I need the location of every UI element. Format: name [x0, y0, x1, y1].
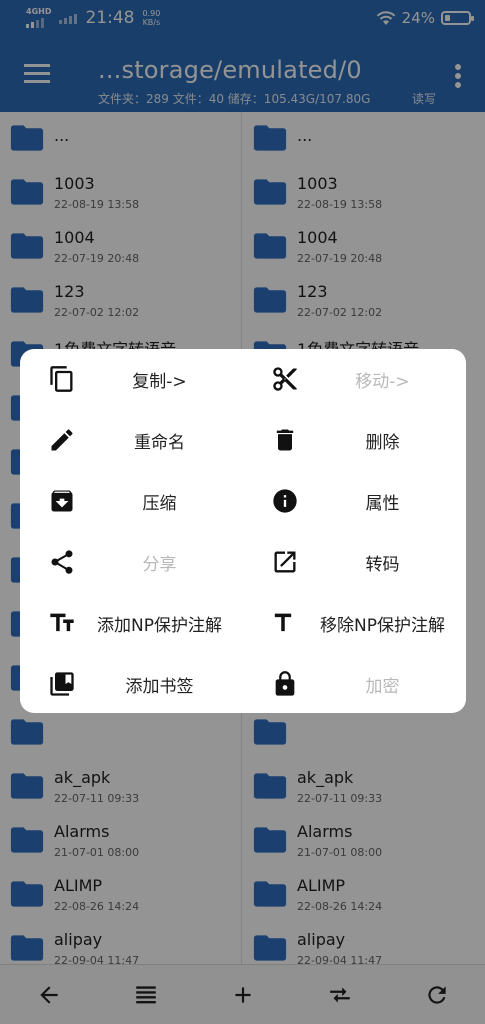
share-action[interactable]: 分享	[20, 532, 243, 592]
add-np-annotation-label: 添加NP保护注解	[97, 615, 222, 636]
delete-action[interactable]: 删除	[243, 410, 466, 470]
text-icon	[274, 613, 292, 632]
archive-icon	[51, 490, 73, 512]
add-bookmark-action[interactable]: 添加书签	[20, 654, 243, 714]
compress-label: 压缩	[142, 493, 177, 514]
delete-label: 删除	[365, 432, 400, 453]
trash-icon	[276, 429, 294, 451]
remove-np-annotation-action[interactable]: 移除NP保护注解	[243, 593, 466, 653]
text-size-icon	[50, 613, 74, 632]
encrypt-label: 加密	[365, 676, 400, 697]
properties-label: 属性	[365, 493, 400, 514]
file-actions-dialog: 复制-> 移动-> 重命名 删除 压缩 属性 分享 转码 添加NP保护注解 移除…	[20, 349, 466, 713]
open-external-icon	[274, 551, 296, 573]
move-label: 移动->	[355, 371, 410, 392]
cut-icon	[273, 367, 297, 391]
lock-icon	[275, 671, 295, 696]
transcode-action[interactable]: 转码	[243, 532, 466, 592]
transcode-label: 转码	[365, 554, 400, 575]
move-action[interactable]: 移动->	[243, 349, 466, 409]
share-icon	[51, 550, 73, 574]
properties-action[interactable]: 属性	[243, 471, 466, 531]
remove-np-annotation-label: 移除NP保护注解	[320, 615, 445, 636]
copy-action[interactable]: 复制->	[20, 349, 243, 409]
share-label: 分享	[142, 554, 177, 575]
bookmarks-icon	[50, 672, 74, 696]
rename-action[interactable]: 重命名	[20, 410, 243, 470]
info-icon	[273, 489, 297, 513]
compress-action[interactable]: 压缩	[20, 471, 243, 531]
rename-label: 重命名	[134, 432, 185, 453]
add-bookmark-label: 添加书签	[125, 676, 194, 697]
encrypt-action[interactable]: 加密	[243, 654, 466, 714]
pencil-icon	[51, 429, 73, 451]
add-np-annotation-action[interactable]: 添加NP保护注解	[20, 593, 243, 653]
copy-label: 复制->	[132, 371, 187, 392]
copy-icon	[50, 366, 73, 392]
